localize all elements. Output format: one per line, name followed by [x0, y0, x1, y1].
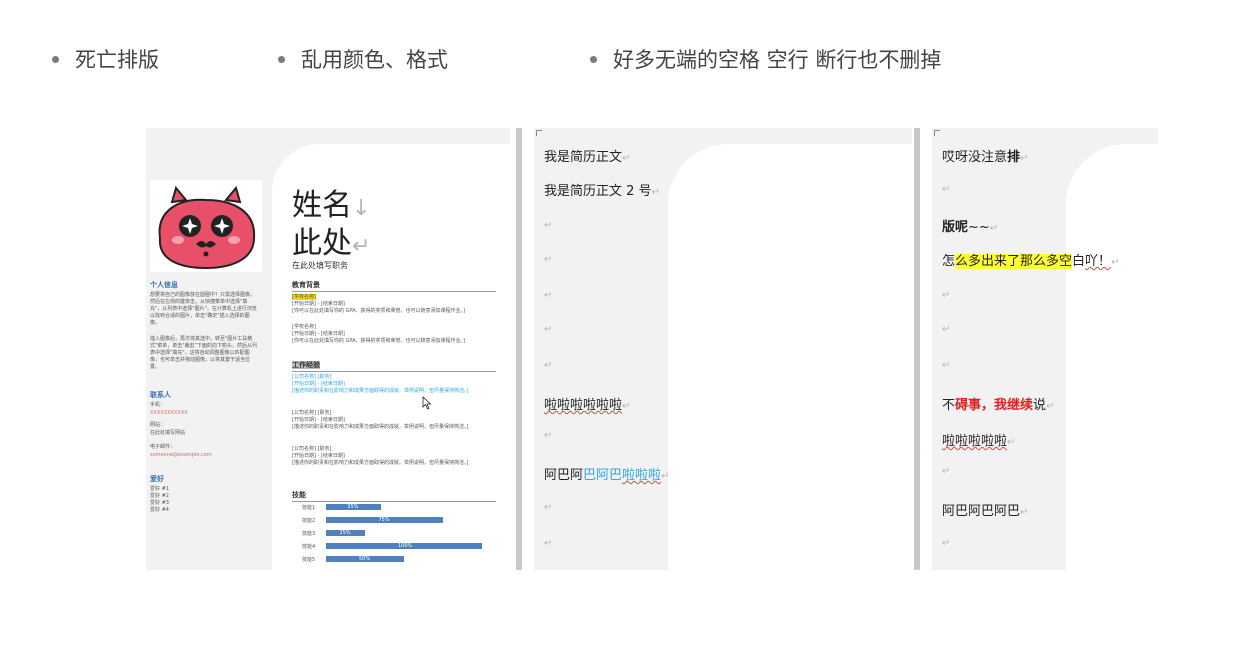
doc-line: 阿巴阿巴阿巴↵: [942, 504, 1029, 519]
work-date: [开始日期] - [结束日期]: [292, 417, 345, 423]
empty-line-mark: ↵: [544, 290, 553, 301]
edu-date: [开始日期] - [结束日期]: [292, 331, 345, 337]
work-company: [公司名称] [职务]: [292, 410, 332, 416]
bullet-item: 好多无端的空格 空行 断行也不删掉: [590, 44, 941, 74]
doc-line: 啦啦啦啦啦啦↵: [544, 398, 631, 413]
mouse-cursor-icon: [422, 396, 432, 410]
page-corner-mark: [934, 130, 940, 136]
skill-percent: 35%: [347, 504, 359, 510]
empty-line-mark: ↵: [942, 360, 951, 371]
resume-subtitle: 在此处填写职务: [292, 261, 348, 270]
edu-desc: [你可以在此处填写你的 GPA、获得的奖项和荣誉。也可以随意添加课程作业。]: [292, 308, 465, 314]
bullet-text: 死亡排版: [75, 48, 159, 72]
side-email-label: 电子邮件：: [150, 444, 176, 450]
skill-label: 技能4: [302, 544, 316, 550]
empty-line-mark: ↵: [942, 538, 951, 549]
doc-line: 阿巴阿巴阿巴啦啦啦↵: [544, 468, 670, 483]
skill-row: 技能1 35%: [302, 504, 492, 511]
work-desc: [描述你的职责和在影响力和成果方面取得的成就。举例说明，但尽量保持简洁。]: [292, 460, 469, 466]
edu-school: [学校名称]: [292, 294, 316, 300]
skill-label: 技能3: [302, 531, 316, 537]
work-date: [开始日期] - [结束日期]: [292, 381, 345, 387]
doc-line: 不碍事，我继续说↵: [942, 398, 1055, 413]
doc-line: 啦啦啦啦啦↵: [942, 434, 1016, 449]
skill-percent: 25%: [339, 530, 351, 536]
skill-row: 技能3 25%: [302, 530, 492, 537]
bullet-item: 死亡排版: [52, 44, 159, 74]
empty-line-mark: ↵: [942, 290, 951, 301]
bullet-dot-icon: [590, 55, 597, 63]
side-phone-label: 手机：: [150, 402, 166, 408]
edu-school: [学校名称]: [292, 324, 316, 330]
work-desc: [描述你的职责和在影响力和成果方面取得的成就。举例说明，但尽量保持简洁。]: [292, 424, 469, 430]
hobby-item: 爱好 #1: [150, 486, 169, 492]
page-shape: [668, 144, 912, 570]
empty-line-mark: ↵: [942, 324, 951, 335]
blob-avatar-icon: [158, 185, 256, 270]
doc-line: 版呢~~↵: [942, 220, 999, 235]
work-company: [公司名称] [职务]: [292, 446, 332, 452]
empty-line-mark: ↵: [544, 220, 553, 231]
skill-row: 技能5 50%: [302, 556, 492, 563]
work-date: [开始日期] - [结束日期]: [292, 453, 345, 459]
document-page-2: 我是简历正文↵ 我是简历正文 2 号↵ ↵ ↵ ↵ ↵ ↵ 啦啦啦啦啦啦↵ ↵ …: [534, 128, 912, 570]
bullet-text: 好多无端的空格 空行 断行也不删掉: [613, 48, 942, 72]
work-desc: [描述你的职责和在影响力和成果方面取得的成就。举例说明，但尽量保持简洁。]: [292, 388, 469, 394]
edu-desc: [你可以在此处填写你的 GPA、获得的奖项和荣誉。也可以随意添加课程作业。]: [292, 338, 465, 344]
resume-name-line2: 此处↵: [292, 226, 371, 261]
doc-line: 我是简历正文 2 号↵: [544, 184, 660, 199]
side-contact-heading: 联系人: [150, 391, 171, 399]
side-email-value: someone@example.com: [150, 452, 212, 458]
skill-row: 技能2 75%: [302, 517, 492, 524]
work-company: [公司名称] [职务]: [292, 374, 332, 380]
hobby-item: 爱好 #4: [150, 507, 169, 513]
doc-line: 我是简历正文↵: [544, 150, 631, 165]
bullet-item: 乱用颜色、格式: [278, 44, 448, 74]
bullet-dot-icon: [52, 55, 59, 63]
page-divider: [516, 128, 522, 570]
side-hobby-heading: 爱好: [150, 475, 164, 483]
page-shape: [1066, 144, 1158, 570]
work-heading: 工作经验: [292, 360, 496, 372]
edu-heading: 教育背景: [292, 280, 496, 292]
skill-label: 技能5: [302, 557, 316, 563]
document-page-3: 哎呀没注意排↵ ↵ 版呢~~↵ 怎么多出来了那么多空白吖！↵ ↵ ↵ ↵ 不碍事…: [932, 128, 1158, 570]
hobby-item: 爱好 #3: [150, 500, 169, 506]
skills-heading: 技能: [292, 490, 496, 502]
hobby-item: 爱好 #2: [150, 493, 169, 499]
side-web-value: 在此处填写网站: [150, 430, 186, 436]
side-personal-text: 想要将自己的图像放在圆圈中？只需选择图像，然后在左侧的键单击，从快捷菜单中选择"…: [150, 292, 257, 326]
page-corner-mark: [536, 130, 542, 136]
empty-line-mark: ↵: [544, 360, 553, 371]
bullet-text: 乱用颜色、格式: [301, 48, 448, 72]
empty-line-mark: ↵: [544, 254, 553, 265]
empty-line-mark: ↵: [942, 466, 951, 477]
empty-line-mark: ↵: [942, 184, 951, 195]
skill-label: 技能1: [302, 505, 316, 511]
skill-percent: 100%: [398, 543, 413, 549]
side-personal-heading: 个人信息: [150, 281, 178, 289]
side-phone-value: XXXXXXXXXXX: [150, 410, 188, 416]
doc-line: 怎么多出来了那么多空白吖！↵: [942, 254, 1120, 269]
doc-line: 哎呀没注意排↵: [942, 150, 1029, 165]
skill-percent: 75%: [378, 517, 390, 523]
side-web-label: 网站：: [150, 422, 166, 428]
page-divider: [914, 128, 920, 570]
skill-row: 技能4 100%: [302, 543, 492, 550]
skill-percent: 50%: [359, 556, 371, 562]
side-personal-text: 插入图像后，再次将其选中，转至"图片工具格式"菜单，单击"裁剪"下面的向下箭头，…: [150, 336, 257, 370]
skill-label: 技能2: [302, 518, 316, 524]
resume-page: 个人信息 想要将自己的图像放在圆圈中？只需选择图像，然后在左侧的键单击，从快捷菜…: [146, 128, 510, 570]
bullet-dot-icon: [278, 55, 285, 63]
edu-date: [开始日期] - [结束日期]: [292, 301, 345, 307]
empty-line-mark: ↵: [544, 538, 553, 549]
avatar: [150, 180, 262, 272]
empty-line-mark: ↵: [544, 324, 553, 335]
empty-line-mark: ↵: [544, 502, 553, 513]
bullet-list: 死亡排版 乱用颜色、格式 好多无端的空格 空行 断行也不删掉: [52, 44, 1192, 76]
empty-line-mark: ↵: [544, 430, 553, 441]
